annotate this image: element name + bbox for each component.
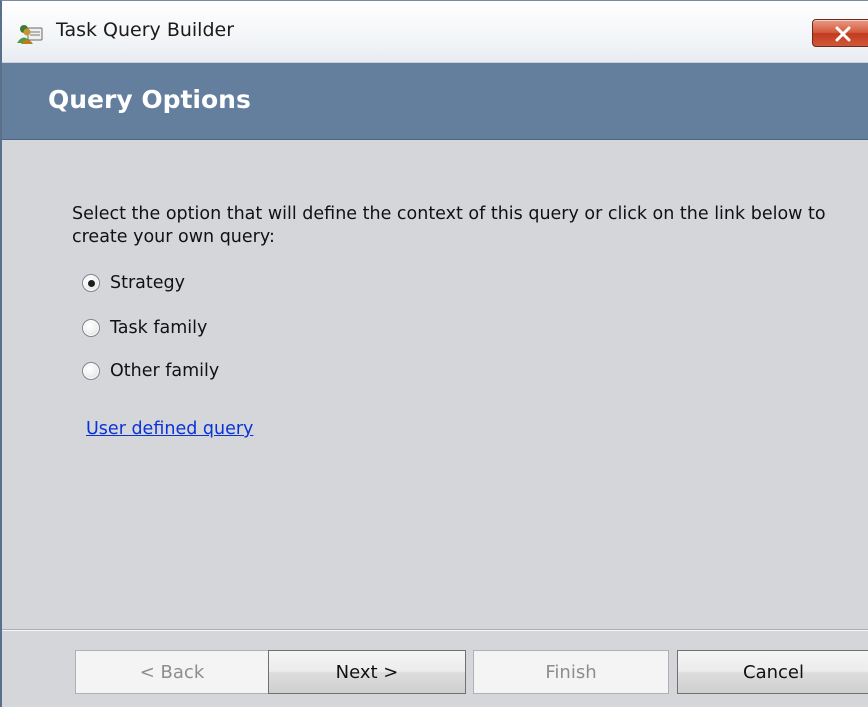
option-label: Strategy	[110, 273, 185, 293]
users-icon	[16, 23, 44, 45]
finish-button[interactable]: Finish	[473, 650, 669, 694]
close-button[interactable]	[812, 19, 868, 47]
option-other-family[interactable]: Other family	[82, 358, 219, 384]
next-button[interactable]: Next >	[268, 650, 466, 694]
title-bar[interactable]: Task Query Builder	[2, 1, 868, 63]
cancel-button[interactable]: Cancel	[677, 650, 868, 694]
user-defined-query-link[interactable]: User defined query	[86, 419, 253, 439]
header-band: Query Options	[2, 63, 868, 140]
close-icon	[835, 26, 851, 42]
page-title: Query Options	[48, 85, 251, 114]
footer-divider	[2, 629, 868, 631]
radio-task-family[interactable]	[82, 319, 100, 337]
window-title: Task Query Builder	[56, 19, 235, 41]
option-task-family[interactable]: Task family	[82, 315, 207, 341]
radio-strategy[interactable]	[82, 274, 100, 292]
option-strategy[interactable]: Strategy	[82, 270, 185, 296]
dialog-window: Task Query Builder Query Options Select …	[0, 0, 868, 707]
option-label: Other family	[110, 361, 220, 381]
radio-other-family[interactable]	[82, 362, 100, 380]
back-button[interactable]: < Back	[75, 650, 269, 694]
option-label: Task family	[110, 318, 208, 338]
instructions-text: Select the option that will define the c…	[72, 204, 826, 247]
